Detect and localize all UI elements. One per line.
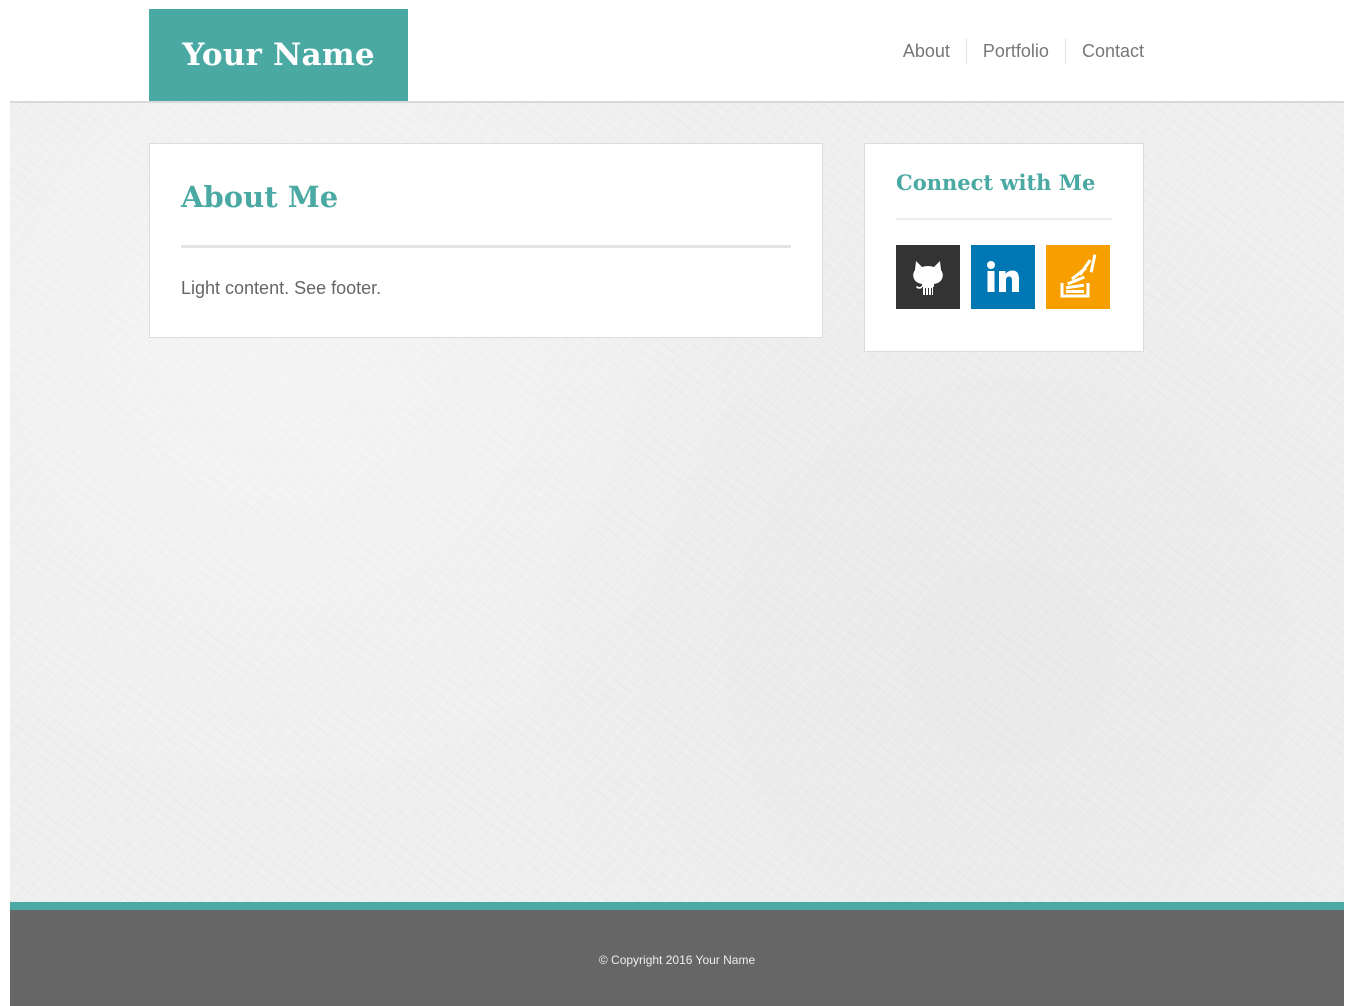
copyright-text: © Copyright 2016 Your Name: [598, 953, 756, 967]
site-footer: © Copyright 2016 Your Name: [10, 902, 1344, 1006]
brand-logo[interactable]: Your Name: [149, 9, 408, 101]
nav-link-about[interactable]: About: [887, 38, 966, 64]
connect-title: Connect with Me: [896, 170, 1096, 195]
connect-divider: [896, 218, 1112, 220]
nav-link-portfolio[interactable]: Portfolio: [965, 38, 1065, 64]
linkedin-link[interactable]: [971, 245, 1035, 309]
stackoverflow-icon: [1060, 254, 1097, 298]
about-title: About Me: [181, 180, 339, 214]
main-content: About Me Light content. See footer. Conn…: [10, 103, 1344, 902]
about-divider: [181, 245, 791, 248]
site-header: Your Name About Portfolio Contact: [10, 0, 1344, 103]
stackoverflow-link[interactable]: [1046, 245, 1110, 309]
github-icon: [913, 261, 943, 295]
github-link[interactable]: [896, 245, 960, 309]
connect-card: Connect with Me: [864, 143, 1144, 352]
about-text: Light content. See footer.: [181, 278, 382, 298]
linkedin-icon: [987, 261, 1019, 292]
page: Your Name About Portfolio Contact About …: [10, 0, 1344, 1006]
main-nav: About Portfolio Contact: [887, 38, 1144, 64]
about-card: About Me Light content. See footer.: [149, 143, 823, 338]
nav-link-contact[interactable]: Contact: [1064, 38, 1144, 64]
social-links: [896, 245, 1110, 309]
